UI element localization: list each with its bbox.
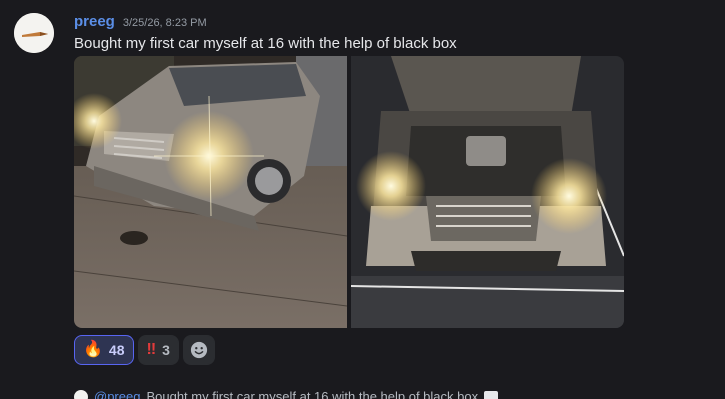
add-reaction-button[interactable]: [182, 335, 215, 365]
reply-text: Bought my first car myself at 16 with th…: [146, 389, 479, 399]
username[interactable]: preeg: [74, 13, 115, 30]
message-header: preeg 3/25/26, 8:23 PM: [74, 13, 207, 30]
fire-emoji-icon: 🔥: [83, 341, 103, 358]
reply-preview[interactable]: @preeg Bought my first car myself at 16 …: [74, 389, 499, 399]
image-attachment-front[interactable]: [74, 56, 347, 328]
user-avatar[interactable]: [14, 13, 54, 53]
image-attachment-hood-open[interactable]: [351, 56, 624, 328]
reactions-bar: 🔥 48 ‼ 3: [74, 335, 215, 365]
reply-avatar: [74, 389, 88, 399]
reaction-count: 48: [108, 342, 125, 358]
double-exclamation-emoji-icon: ‼: [146, 341, 157, 358]
reaction-double-exclamation[interactable]: ‼ 3: [137, 335, 179, 365]
message-content: Bought my first car myself at 16 with th…: [74, 35, 457, 52]
reply-mention[interactable]: @preeg: [94, 389, 140, 399]
timestamp: 3/25/26, 8:23 PM: [122, 17, 207, 29]
image-icon: [484, 390, 499, 399]
smile-icon: [190, 341, 208, 359]
attachments: [74, 56, 624, 328]
reaction-count: 3: [162, 342, 170, 358]
reaction-fire[interactable]: 🔥 48: [74, 335, 134, 365]
